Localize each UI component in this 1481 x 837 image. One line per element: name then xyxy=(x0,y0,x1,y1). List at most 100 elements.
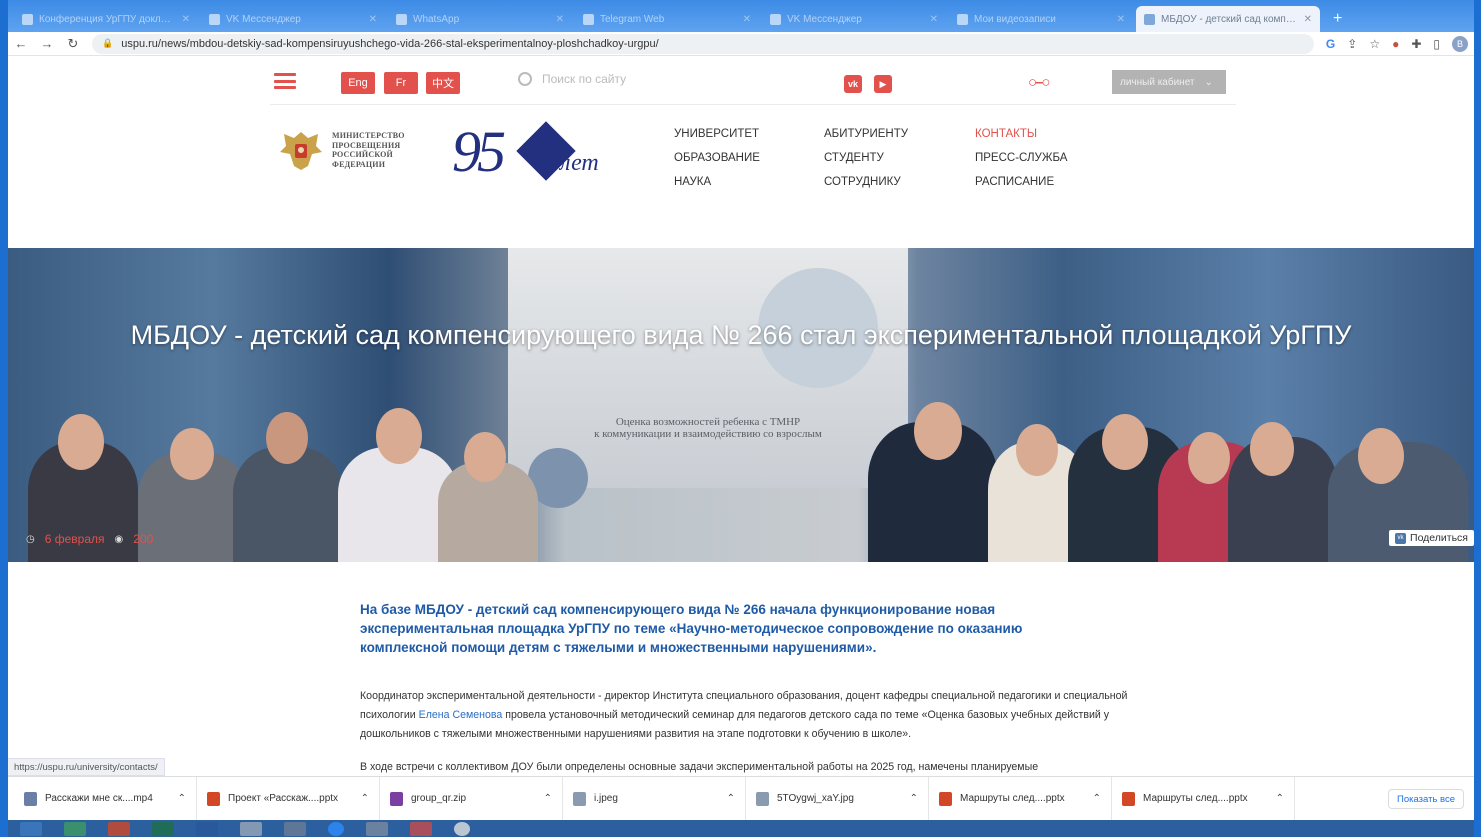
download-name: i.jpeg xyxy=(594,793,618,804)
chevron-up-icon[interactable]: ⌃ xyxy=(178,793,186,804)
menu-item-schedule[interactable]: РАСПИСАНИЕ xyxy=(975,170,1067,194)
download-item[interactable]: 5TOygwj_xaY.jpg ⌃ xyxy=(746,776,929,821)
site-search[interactable]: Поиск по сайту xyxy=(518,72,626,86)
app-icon[interactable] xyxy=(366,821,388,836)
coat-of-arms-icon xyxy=(276,128,326,172)
ministry-logo[interactable]: МИНИСТЕРСТВО ПРОСВЕЩЕНИЯ РОССИЙСКОЙ ФЕДЕ… xyxy=(276,128,405,172)
header-divider xyxy=(270,104,1236,105)
chevron-up-icon[interactable]: ⌃ xyxy=(361,793,369,804)
hamburger-menu-icon[interactable] xyxy=(274,73,296,89)
app-icon[interactable] xyxy=(284,821,306,836)
chevron-up-icon[interactable]: ⌃ xyxy=(1093,793,1101,804)
main-menu-col2: АБИТУРИЕНТУ СТУДЕНТУ СОТРУДНИКУ xyxy=(824,122,908,194)
side-panel-icon[interactable]: ▯ xyxy=(1433,37,1440,51)
menu-item-education[interactable]: ОБРАЗОВАНИЕ xyxy=(674,146,760,170)
hero-banner: Оценка возможностей ребенка с ТМНР к ком… xyxy=(8,248,1474,562)
menu-item-university[interactable]: УНИВЕРСИТЕТ xyxy=(674,122,760,146)
menu-item-science[interactable]: НАУКА xyxy=(674,170,760,194)
menu-item-press[interactable]: ПРЕСС-СЛУЖБА xyxy=(975,146,1067,170)
chrome-icon[interactable] xyxy=(454,821,470,836)
show-all-downloads-button[interactable]: Показать все xyxy=(1388,789,1464,809)
tab-favicon-icon xyxy=(957,13,968,25)
image-file-icon xyxy=(756,791,769,806)
share-button[interactable]: vk Поделиться xyxy=(1389,530,1474,546)
article-title: МБДОУ - детский сад компенсирующего вида… xyxy=(130,320,1352,350)
close-icon[interactable]: ✕ xyxy=(1304,14,1312,25)
reload-icon[interactable]: ↻ xyxy=(66,36,80,52)
download-name: Расскажи мне ск....mp4 xyxy=(45,793,153,804)
tab-label: VK Мессенджер xyxy=(226,13,301,25)
powerpoint-icon[interactable] xyxy=(108,821,130,836)
forward-icon[interactable]: → xyxy=(40,36,54,51)
chevron-up-icon[interactable]: ⌃ xyxy=(544,793,552,804)
video-file-icon xyxy=(24,791,37,806)
app-icon[interactable] xyxy=(64,821,86,836)
menu-item-applicant[interactable]: АБИТУРИЕНТУ xyxy=(824,122,908,146)
download-item[interactable]: Маршруты след....pptx ⌃ xyxy=(1112,776,1295,821)
youtube-icon[interactable]: ▶ xyxy=(874,75,892,93)
download-item[interactable]: Проект «Расскаж....pptx ⌃ xyxy=(197,776,380,821)
accessibility-glasses-icon[interactable]: ○–○ xyxy=(1028,74,1051,91)
share-page-icon[interactable]: ⇪ xyxy=(1347,37,1357,51)
download-item[interactable]: Маршруты след....pptx ⌃ xyxy=(929,776,1112,821)
close-icon[interactable]: ✕ xyxy=(1117,14,1125,25)
download-item[interactable]: i.jpeg ⌃ xyxy=(563,776,746,821)
browser-window: Конференция УрГПУ доклад... ✕ VK Мессендж… xyxy=(8,0,1474,837)
address-bar[interactable]: 🔒 uspu.ru/news/mbdou-detskiy-sad-kompens… xyxy=(92,33,1314,54)
lang-french-button[interactable]: Fr xyxy=(384,72,418,94)
start-icon[interactable] xyxy=(20,821,42,836)
bookmark-star-icon[interactable]: ☆ xyxy=(1369,37,1380,51)
back-icon[interactable]: ← xyxy=(14,36,28,51)
main-menu-col1: УНИВЕРСИТЕТ ОБРАЗОВАНИЕ НАУКА xyxy=(674,122,760,194)
vk-icon: vk xyxy=(1395,532,1407,544)
image-file-icon xyxy=(573,791,586,806)
article-lead: На базе МБДОУ - детский сад компенсирующ… xyxy=(360,602,1023,655)
chevron-up-icon[interactable]: ⌃ xyxy=(910,793,918,804)
chevron-up-icon[interactable]: ⌃ xyxy=(1276,793,1284,804)
tab-favicon-icon xyxy=(770,13,781,25)
lang-english-button[interactable]: Eng xyxy=(341,72,375,94)
menu-item-student[interactable]: СТУДЕНТУ xyxy=(824,146,908,170)
anniversary-logo[interactable]: 95 лет xyxy=(452,118,622,190)
browser-tab[interactable]: VK Мессенджер ✕ xyxy=(762,6,946,32)
close-icon[interactable]: ✕ xyxy=(556,14,564,25)
close-icon[interactable]: ✕ xyxy=(743,14,751,25)
lang-chinese-button[interactable]: 中文 xyxy=(426,72,460,94)
excel-icon[interactable] xyxy=(152,821,174,836)
pptx-file-icon xyxy=(207,791,220,806)
close-icon[interactable]: ✕ xyxy=(369,14,377,25)
menu-item-employee[interactable]: СОТРУДНИКУ xyxy=(824,170,908,194)
browser-tab[interactable]: VK Мессенджер ✕ xyxy=(201,6,385,32)
author-link[interactable]: Елена Семенова xyxy=(419,709,503,721)
zoom-icon[interactable] xyxy=(328,821,344,836)
search-input[interactable]: Поиск по сайту xyxy=(542,72,626,86)
download-item[interactable]: Расскажи мне ск....mp4 ⌃ xyxy=(14,776,197,821)
browser-tab[interactable]: Мои видеозаписи ✕ xyxy=(949,6,1133,32)
lock-icon[interactable]: 🔒 xyxy=(102,38,113,49)
vk-icon[interactable]: vk xyxy=(844,75,862,93)
browser-tab-active[interactable]: МБДОУ - детский сад компен... ✕ xyxy=(1136,6,1320,32)
extension-avatar-icon[interactable]: ● xyxy=(1392,37,1399,51)
tab-label: VK Мессенджер xyxy=(787,13,862,25)
article-date: 6 февраля xyxy=(44,532,105,546)
profile-avatar[interactable]: В xyxy=(1452,35,1468,52)
browser-tab[interactable]: Telegram Web ✕ xyxy=(575,6,759,32)
word-icon[interactable] xyxy=(196,821,218,836)
app-icon[interactable] xyxy=(240,821,262,836)
personal-cabinet-dropdown[interactable]: личный кабинет ⌄ xyxy=(1112,70,1226,94)
chevron-up-icon[interactable]: ⌃ xyxy=(727,793,735,804)
google-icon[interactable]: G xyxy=(1326,37,1335,51)
download-item[interactable]: group_qr.zip ⌃ xyxy=(380,776,563,821)
extensions-puzzle-icon[interactable]: ✚ xyxy=(1411,37,1421,51)
app-icon[interactable] xyxy=(410,821,432,836)
close-icon[interactable]: ✕ xyxy=(930,14,938,25)
zip-file-icon xyxy=(390,791,403,806)
menu-item-contacts[interactable]: КОНТАКТЫ xyxy=(975,122,1067,146)
cabinet-label: личный кабинет xyxy=(1120,76,1195,88)
main-menu-col3: КОНТАКТЫ ПРЕСС-СЛУЖБА РАСПИСАНИЕ xyxy=(975,122,1067,194)
tab-label: Конференция УрГПУ доклад... xyxy=(39,13,176,25)
close-icon[interactable]: ✕ xyxy=(182,14,190,25)
browser-tab[interactable]: Конференция УрГПУ доклад... ✕ xyxy=(14,6,198,32)
browser-tab[interactable]: WhatsApp ✕ xyxy=(388,6,572,32)
new-tab-icon[interactable]: + xyxy=(1323,6,1352,32)
